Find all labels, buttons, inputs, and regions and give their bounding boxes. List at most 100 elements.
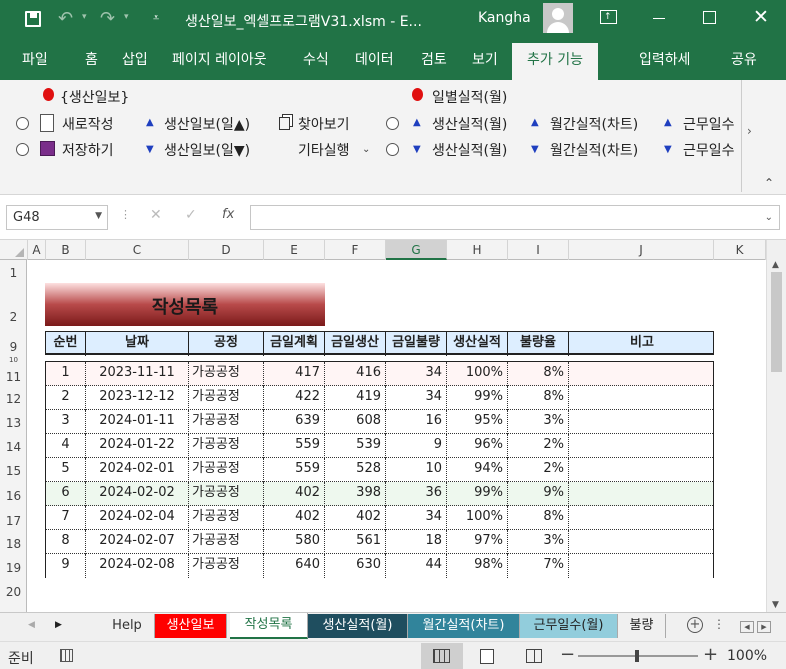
- table-row[interactable]: 2 2023-12-12 가공공정 422 419 34 99% 8%: [46, 386, 713, 410]
- table-cell[interactable]: 99%: [447, 482, 508, 506]
- table-cell[interactable]: 7%: [508, 554, 569, 578]
- table-cell[interactable]: 422: [264, 386, 325, 410]
- table-cell[interactable]: 402: [264, 506, 325, 530]
- table-cell[interactable]: 34: [386, 506, 447, 530]
- col-header-d[interactable]: D: [189, 240, 264, 260]
- tab-formulas[interactable]: 수식: [303, 40, 329, 80]
- undo-icon[interactable]: ↶: [58, 8, 73, 29]
- table-cell[interactable]: 9%: [508, 482, 569, 506]
- zoom-slider-thumb[interactable]: [635, 650, 639, 662]
- sheet-tab[interactable]: 월간실적(차트): [408, 614, 520, 638]
- table-cell[interactable]: 34: [386, 386, 447, 410]
- table-row[interactable]: 9 2024-02-08 가공공정 640 630 44 98% 7%: [46, 554, 713, 578]
- normal-view-icon[interactable]: [421, 643, 463, 669]
- table-header-cell[interactable]: 금일생산: [325, 332, 386, 356]
- row-header[interactable]: 12: [0, 392, 27, 406]
- close-icon[interactable]: ✕: [753, 6, 769, 28]
- enter-icon[interactable]: ✓: [185, 207, 197, 223]
- collapse-ribbon-icon[interactable]: ⌃: [764, 176, 774, 190]
- table-cell[interactable]: 100%: [447, 362, 508, 386]
- tab-page-layout[interactable]: 페이지 레이아웃: [172, 40, 267, 80]
- table-cell[interactable]: 8%: [508, 506, 569, 530]
- table-cell[interactable]: 9: [386, 434, 447, 458]
- table-cell[interactable]: 528: [325, 458, 386, 482]
- col-header-a[interactable]: A: [28, 240, 46, 260]
- table-cell[interactable]: 2024-01-22: [86, 434, 189, 458]
- table-cell[interactable]: 580: [264, 530, 325, 554]
- sheet-tab[interactable]: 불량: [618, 614, 666, 638]
- table-cell[interactable]: 559: [264, 434, 325, 458]
- table-cell[interactable]: 2024-01-11: [86, 410, 189, 434]
- hscroll-right-icon[interactable]: ▶: [757, 621, 771, 633]
- scroll-thumb[interactable]: [771, 272, 782, 372]
- save-button[interactable]: 저장하기: [62, 140, 114, 160]
- radio-perf-up[interactable]: [386, 117, 399, 130]
- tab-home[interactable]: 홈: [85, 40, 98, 80]
- zoom-out-icon[interactable]: −: [560, 644, 575, 665]
- workdays-down-button[interactable]: 근무일수: [683, 140, 741, 160]
- save-icon[interactable]: [25, 11, 41, 27]
- table-header-cell[interactable]: 금일불량: [386, 332, 447, 356]
- daily-up-button[interactable]: 생산일보(일▲): [164, 114, 250, 134]
- table-cell[interactable]: 97%: [447, 530, 508, 554]
- table-cell[interactable]: 4: [46, 434, 86, 458]
- col-header-e[interactable]: E: [264, 240, 325, 260]
- share-button[interactable]: 공유: [731, 40, 757, 80]
- table-cell[interactable]: 94%: [447, 458, 508, 482]
- tab-addins[interactable]: 추가 기능: [512, 43, 598, 80]
- sheet-tab[interactable]: Help: [100, 614, 155, 638]
- col-header-h[interactable]: H: [447, 240, 508, 260]
- radio-save[interactable]: [16, 143, 29, 156]
- table-cell[interactable]: 402: [325, 506, 386, 530]
- undo-dropdown-icon[interactable]: ▾: [82, 12, 87, 22]
- col-header-c[interactable]: C: [86, 240, 189, 260]
- row-header[interactable]: 15: [0, 464, 27, 478]
- vertical-scrollbar[interactable]: ▲ ▼: [766, 240, 786, 612]
- row-header[interactable]: 18: [0, 537, 27, 551]
- perf-down-button[interactable]: 생산실적(월): [432, 140, 507, 160]
- table-cell[interactable]: 3%: [508, 410, 569, 434]
- table-cell[interactable]: 5: [46, 458, 86, 482]
- table-cell[interactable]: 7: [46, 506, 86, 530]
- row-header[interactable]: 20: [0, 585, 27, 599]
- table-row[interactable]: 1 2023-11-11 가공공정 417 416 34 100% 8%: [46, 362, 713, 386]
- table-cell[interactable]: [569, 386, 715, 410]
- table-row[interactable]: 6 2024-02-02 가공공정 402 398 36 99% 9%: [46, 482, 713, 506]
- table-cell[interactable]: 98%: [447, 554, 508, 578]
- select-all[interactable]: [0, 240, 28, 260]
- chevron-down-icon[interactable]: ⌄: [362, 144, 370, 155]
- table-cell[interactable]: 559: [264, 458, 325, 482]
- table-cell[interactable]: 630: [325, 554, 386, 578]
- table-header-cell[interactable]: 비고: [569, 332, 715, 356]
- table-header-cell[interactable]: 공정: [189, 332, 264, 356]
- table-cell[interactable]: 419: [325, 386, 386, 410]
- cancel-icon[interactable]: ✕: [150, 207, 162, 223]
- tab-view[interactable]: 보기: [472, 40, 498, 80]
- zoom-in-icon[interactable]: +: [703, 644, 718, 665]
- table-cell[interactable]: 18: [386, 530, 447, 554]
- table-cell[interactable]: 44: [386, 554, 447, 578]
- sheet-tab[interactable]: 근무일수(월): [520, 614, 618, 638]
- monthly-chart-up-button[interactable]: 월간실적(차트): [550, 114, 638, 134]
- table-header-cell[interactable]: 금일계획: [264, 332, 325, 356]
- name-box[interactable]: G48 ▼: [6, 205, 108, 230]
- chevron-down-icon[interactable]: ▼: [95, 211, 102, 221]
- table-cell[interactable]: 3: [46, 410, 86, 434]
- table-cell[interactable]: 2023-11-11: [86, 362, 189, 386]
- table-header-cell[interactable]: 불량율: [508, 332, 569, 356]
- table-cell[interactable]: 95%: [447, 410, 508, 434]
- row-header[interactable]: 1: [0, 266, 27, 280]
- tell-me-input[interactable]: 입력하세: [639, 40, 689, 80]
- accessibility-icon[interactable]: [60, 649, 73, 662]
- tab-scroll-left-icon[interactable]: ◀: [28, 620, 35, 630]
- table-cell[interactable]: 2%: [508, 434, 569, 458]
- tab-insert[interactable]: 삽입: [122, 40, 148, 80]
- table-cell[interactable]: 417: [264, 362, 325, 386]
- col-header-j[interactable]: J: [569, 240, 714, 260]
- tab-scroll-right-icon[interactable]: ▶: [55, 620, 62, 630]
- table-row[interactable]: 7 2024-02-04 가공공정 402 402 34 100% 8%: [46, 506, 713, 530]
- row-header[interactable]: 16: [0, 489, 27, 503]
- daily-down-button[interactable]: 생산일보(일▼): [164, 140, 250, 160]
- table-header-cell[interactable]: 생산실적: [447, 332, 508, 356]
- table-cell[interactable]: 36: [386, 482, 447, 506]
